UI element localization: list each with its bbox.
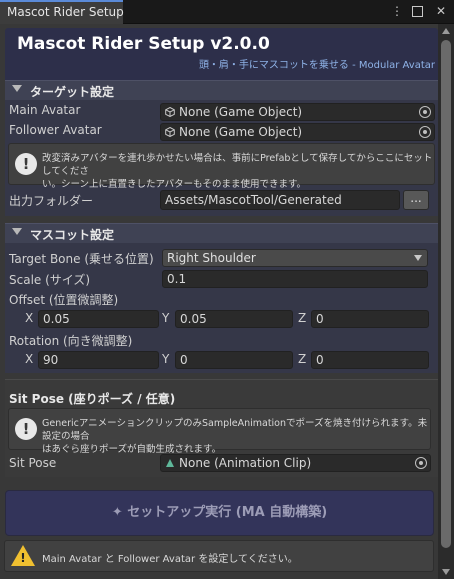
info-icon: ! (15, 153, 37, 175)
game-object-icon (165, 107, 175, 117)
scroll-thumb[interactable] (441, 40, 451, 548)
section-title-mascot: マスコット設定 (30, 228, 115, 242)
main-avatar-value: None (Game Object) (179, 105, 303, 119)
rotation-z-field[interactable]: 0 (311, 351, 429, 369)
info-icon: ! (15, 418, 37, 440)
section-header-mascot[interactable]: マスコット設定 (5, 223, 438, 243)
foldout-arrow-icon[interactable] (12, 85, 22, 92)
header-subtitle: 頭・肩・手にマスコットを乗せる - Modular Avatar (198, 60, 435, 71)
scale-field[interactable]: 0.1 (162, 270, 428, 288)
warning-text: Main Avatar と Follower Avatar を設定してください。 (42, 554, 298, 565)
target-bone-label: Target Bone (乗せる位置) (9, 252, 154, 266)
section-title-target: ターゲット設定 (30, 85, 115, 99)
sitpose-help-box: ! GenericアニメーションクリップのみSampleAnimationでポー… (8, 408, 431, 455)
sit-pose-value: None (Animation Clip) (179, 456, 312, 470)
help-line-1: 改変済みアバターを連れ歩かせたい場合は、事前にPrefabとして保存してからここ… (42, 153, 433, 177)
chevron-down-icon (414, 255, 422, 261)
main-avatar-field[interactable]: None (Game Object) (160, 103, 435, 121)
object-picker-icon[interactable] (419, 106, 431, 118)
scale-label: Scale (サイズ) (9, 273, 91, 287)
warning-box: ! Main Avatar と Follower Avatar を設定してくださ… (4, 540, 434, 572)
scroll-up-icon[interactable] (442, 28, 450, 34)
rotation-label: Rotation (向き微調整) (9, 334, 133, 348)
foldout-arrow-icon[interactable] (12, 228, 22, 235)
rotation-z-label: Z (298, 352, 307, 366)
follower-avatar-field[interactable]: None (Game Object) (160, 123, 435, 141)
animation-clip-icon (166, 459, 174, 467)
run-setup-button[interactable]: ✦ セットアップ実行 (MA 自動構築) (5, 490, 434, 536)
vertical-scrollbar[interactable] (438, 24, 454, 579)
game-object-icon (165, 127, 175, 137)
maximize-square (412, 6, 423, 17)
offset-x-field[interactable]: 0.05 (38, 310, 159, 328)
object-picker-icon[interactable] (419, 126, 431, 138)
warning-icon-mark: ! (20, 551, 26, 565)
object-picker-icon[interactable] (415, 457, 427, 469)
target-bone-value: Right Shoulder (167, 251, 256, 265)
offset-y-label: Y (162, 311, 170, 325)
window-tab[interactable]: Mascot Rider Setup (0, 0, 124, 24)
main-avatar-label: Main Avatar (9, 103, 81, 117)
output-folder-label: 出力フォルダー (9, 194, 94, 208)
kebab-menu-icon[interactable]: ⋮ (390, 3, 404, 19)
rotation-x-field[interactable]: 90 (38, 351, 159, 369)
help-line-1: GenericアニメーションクリップのみSampleAnimationでポーズを… (42, 418, 428, 442)
inspector-panel: Mascot Rider Setup v2.0.0 頭・肩・手にマスコットを乗せ… (0, 24, 438, 579)
offset-x-label: X (25, 311, 34, 325)
offset-z-field[interactable]: 0 (311, 310, 429, 328)
tab-bar-icons: ⋮ ✕ (390, 3, 448, 19)
target-bone-dropdown[interactable]: Right Shoulder (162, 249, 428, 267)
close-icon[interactable]: ✕ (434, 3, 448, 19)
sit-pose-field[interactable]: None (Animation Clip) (160, 454, 431, 472)
offset-label: Offset (位置微調整) (9, 293, 119, 307)
target-section-body: Main Avatar None (Game Object) Follower … (5, 100, 438, 216)
section-header-target[interactable]: ターゲット設定 (5, 80, 438, 100)
target-help-box: ! 改変済みアバターを連れ歩かせたい場合は、事前にPrefabとして保存してから… (8, 143, 435, 190)
sitpose-section: Sit Pose (座りポーズ / 任意) ! Genericアニメーションクリ… (5, 379, 438, 477)
output-folder-field[interactable]: Assets/MascotTool/Generated (160, 190, 400, 210)
editor-tab-bar: Mascot Rider Setup ⋮ ✕ (0, 0, 454, 24)
rotation-y-label: Y (162, 352, 170, 366)
sitpose-help-text: GenericアニメーションクリップのみSampleAnimationでポーズを… (42, 417, 430, 456)
offset-z-label: Z (298, 311, 307, 325)
offset-y-field[interactable]: 0.05 (175, 310, 293, 328)
header-title: Mascot Rider Setup v2.0.0 (17, 34, 270, 54)
rotation-y-field[interactable]: 0 (175, 351, 293, 369)
follower-avatar-label: Follower Avatar (9, 123, 102, 137)
follower-avatar-value: None (Game Object) (179, 125, 303, 139)
browse-folder-button[interactable]: ... (403, 190, 429, 210)
mascot-section-body: Target Bone (乗せる位置) Right Shoulder Scale… (5, 243, 438, 373)
target-help-text: 改変済みアバターを連れ歩かせたい場合は、事前にPrefabとして保存してからここ… (42, 152, 434, 191)
scroll-down-icon[interactable] (442, 569, 450, 575)
sitpose-section-title: Sit Pose (座りポーズ / 任意) (9, 392, 176, 406)
rotation-x-label: X (25, 352, 34, 366)
sit-pose-label: Sit Pose (9, 456, 57, 470)
maximize-icon[interactable] (412, 3, 426, 19)
